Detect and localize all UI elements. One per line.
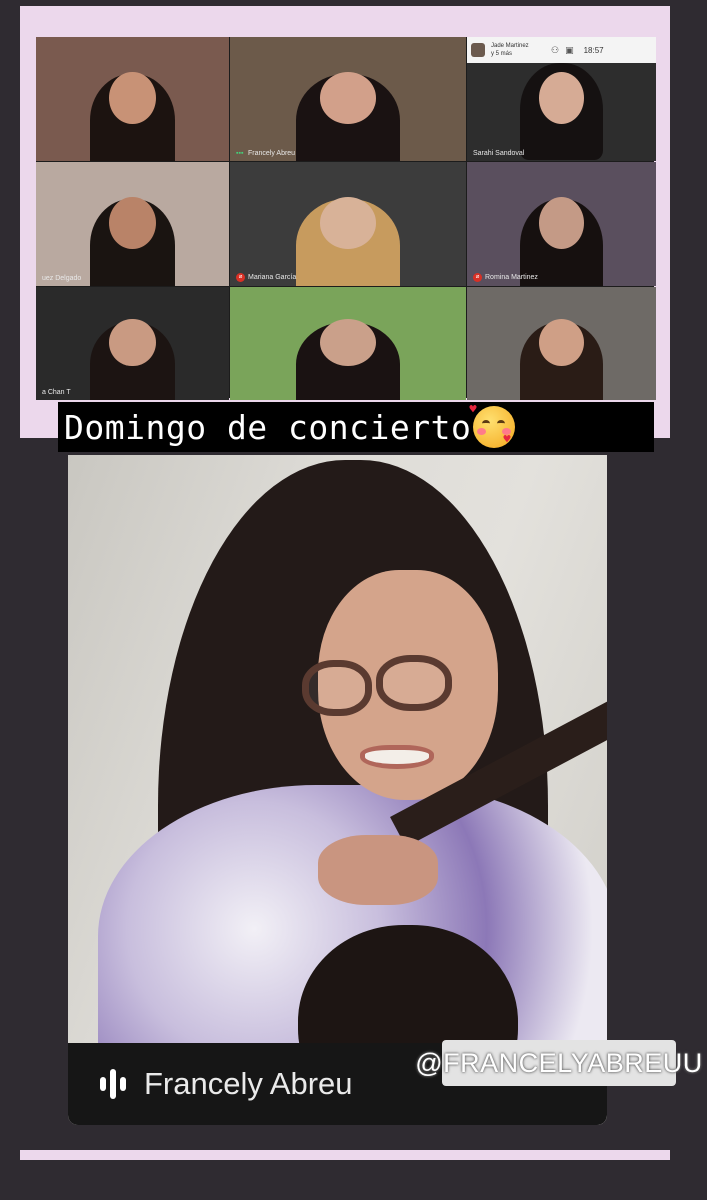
participant-face [319,196,377,249]
chat-icon[interactable]: ▣ [565,45,574,56]
participant-tile[interactable] [36,37,229,161]
participant-face [538,71,585,124]
participant-tile[interactable]: a Chan T [36,287,229,400]
presenter-video: Francely Abreu [68,455,607,1125]
participant-tile[interactable]: ⌀ Romina Martinez [467,162,656,286]
participant-tile[interactable]: ⌀ Mariana García [230,162,466,286]
participant-name-label: uez Delgado [42,275,82,282]
people-icon[interactable]: ⚇ [551,45,559,56]
caption-label: Domingo de concierto [64,407,472,447]
presenter-mouth [360,745,434,769]
participant-face [109,196,156,249]
smiling-face-with-hearts-icon: ♥ ♥ [469,402,516,448]
participant-name: uez Delgado [42,275,81,282]
participant-tile[interactable] [230,287,466,400]
emoji-eye-right [497,420,506,427]
voice-activity-icon [100,1069,126,1099]
participant-tile[interactable]: uez Delgado [36,162,229,286]
participants-line2: y 5 más [491,51,513,57]
participant-name: Sarahi Sandoval [473,150,524,157]
participant-name: ⌀ Romina Martinez [473,273,538,282]
participant-name-label: Mariana García [248,274,297,281]
username-text: @FRANCELYABREUU [415,1047,703,1078]
participant-face [538,196,585,249]
participant-thumbnail [471,43,485,57]
participant-tile[interactable] [467,287,656,400]
participants-line1: Jade Martinez [491,43,529,49]
voice-bar [110,1069,116,1099]
participant-face [538,318,585,367]
voice-bar [100,1077,106,1091]
participant-face [319,318,377,367]
meeting-grid: ▪▪▪ Francely Abreu Sarahi Sandoval Jade Mar… [36,37,656,400]
participant-name-label: Romina Martinez [485,274,538,281]
participant-face [109,318,156,367]
participant-face [109,71,156,124]
participant-name-label: a Chan T [42,389,71,396]
story-frame-bottom [20,1150,670,1160]
voice-bar [120,1077,126,1091]
emoji-cheek-left [477,428,487,435]
emoji-eye-left [482,420,491,427]
participant-name-label: Francely Abreu [248,150,296,157]
participant-name: ⌀ Mariana García [236,273,296,282]
participants-summary[interactable]: Jade Martinez y 5 más [491,42,545,58]
meeting-top-bar: Jade Martinez y 5 más ⚇ ▣ 18:57 [467,37,656,63]
participant-name: a Chan T [42,389,71,396]
heart-icon: ♥ [503,432,512,446]
mic-off-icon: ⌀ [473,273,482,282]
caption-text: Domingo de concierto ♥ ♥ [58,402,654,452]
participant-face [319,71,377,124]
participant-tile[interactable]: ▪▪▪ Francely Abreu [230,37,466,161]
username-sticker[interactable]: @FRANCELYABREUU [415,1040,702,1086]
presenter-name: Francely Abreu [144,1066,353,1101]
participant-tile[interactable]: Sarahi Sandoval Jade Martinez y 5 más ⚇ ▣ 18:… [467,37,656,161]
heart-icon: ♥ [469,402,478,416]
participant-name: ▪▪▪ Francely Abreu [236,149,296,158]
presenter-hand [318,835,438,905]
glasses-left-lens [302,660,372,716]
speaking-icon: ▪▪▪ [236,149,244,157]
clock-time: 18:57 [583,45,604,55]
participant-name-label: Sarahi Sandoval [473,150,525,157]
glasses-right-lens [376,655,452,711]
mic-off-icon: ⌀ [236,273,245,282]
